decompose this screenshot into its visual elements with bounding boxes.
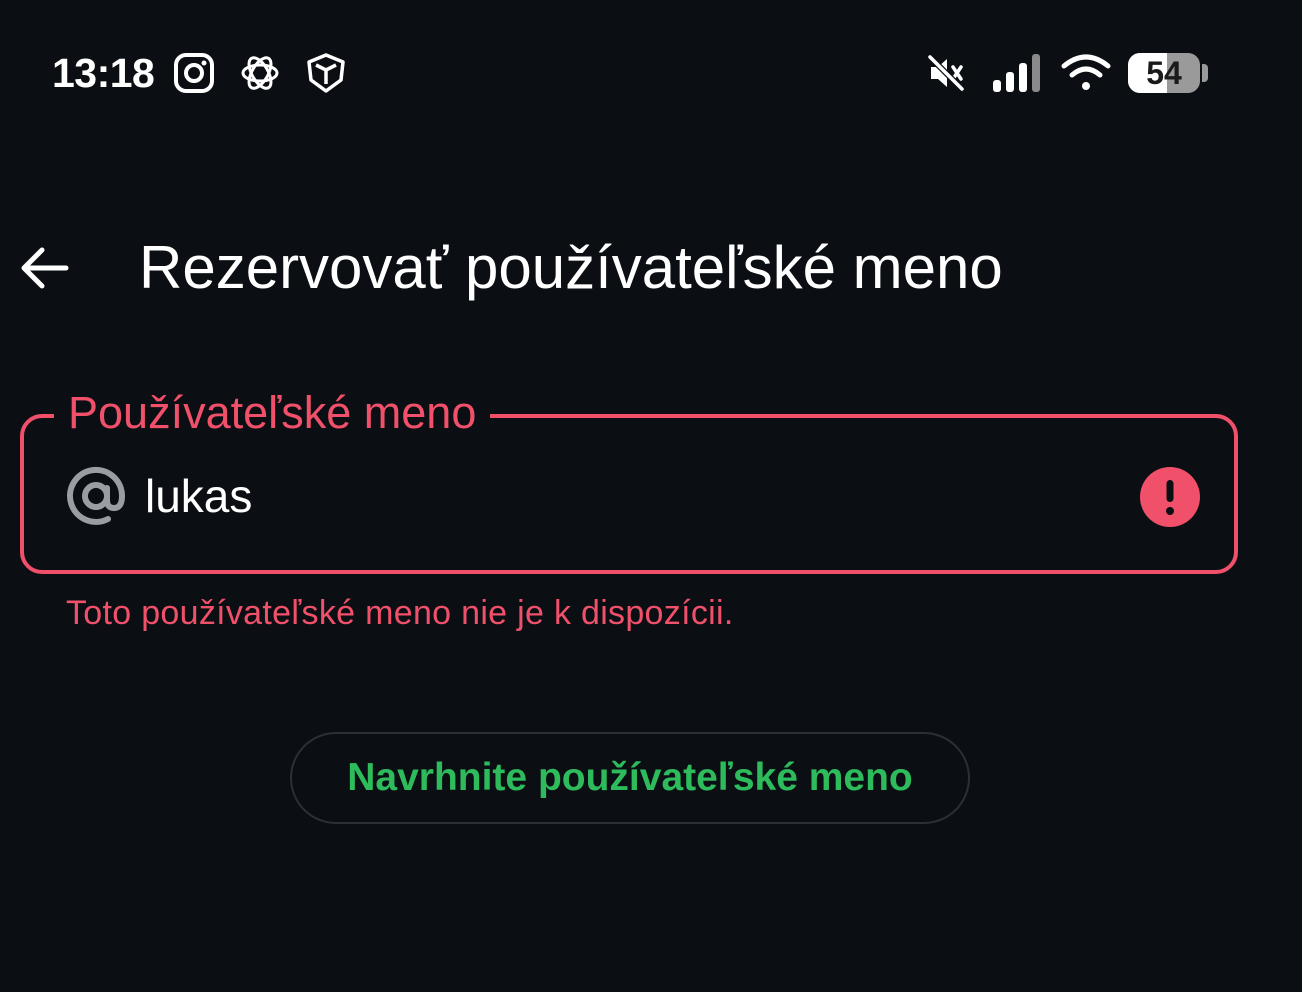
status-bar: 13:18 54 bbox=[0, 0, 1302, 150]
username-error-text: Toto používateľské meno nie je k dispozí… bbox=[66, 594, 734, 632]
chatgpt-icon bbox=[239, 52, 281, 94]
mute-icon bbox=[925, 52, 967, 94]
page-title: Rezervovať používateľské meno bbox=[139, 234, 1003, 301]
username-field-label: Používateľské meno bbox=[54, 386, 491, 440]
battery-icon: 54 bbox=[1128, 53, 1200, 93]
battery-cap bbox=[1202, 64, 1208, 82]
cellular-signal-icon bbox=[992, 52, 1044, 94]
status-time: 13:18 bbox=[52, 50, 155, 96]
arrow-left-icon bbox=[21, 247, 69, 289]
instagram-icon bbox=[173, 52, 215, 94]
suggest-username-button[interactable]: Navrhnite používateľské meno bbox=[290, 732, 970, 824]
username-input[interactable]: lukas bbox=[145, 468, 252, 524]
back-button[interactable] bbox=[14, 238, 74, 298]
wifi-icon bbox=[1060, 52, 1112, 94]
at-icon bbox=[64, 464, 128, 528]
shield-app-icon bbox=[305, 52, 347, 94]
battery-level: 54 bbox=[1146, 55, 1182, 91]
error-icon bbox=[1140, 467, 1200, 527]
screen: 13:18 54 Rezervovať používateľské meno P… bbox=[0, 0, 1302, 992]
